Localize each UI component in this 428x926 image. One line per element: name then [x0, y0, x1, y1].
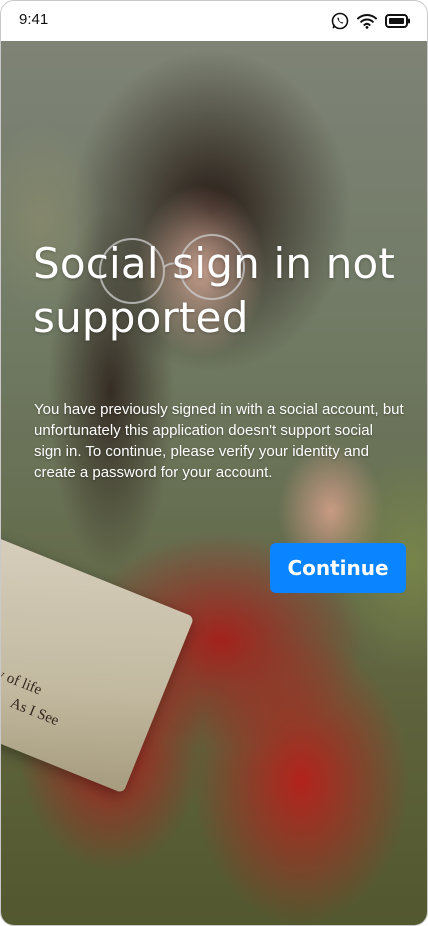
wifi-icon	[357, 13, 377, 29]
whatsapp-icon	[331, 12, 349, 30]
page-title: Social sign in not supported	[33, 239, 396, 342]
phone-frame: 9:41 Journey of life As I See Social sig…	[0, 0, 428, 926]
status-time: 9:41	[19, 11, 49, 28]
status-bar: 9:41	[1, 1, 427, 41]
status-icons	[331, 11, 411, 31]
photo-dim-overlay	[1, 41, 427, 925]
info-message: You have previously signed in with a soc…	[34, 401, 404, 481]
continue-button[interactable]: Continue	[270, 543, 406, 593]
battery-icon	[385, 14, 411, 28]
